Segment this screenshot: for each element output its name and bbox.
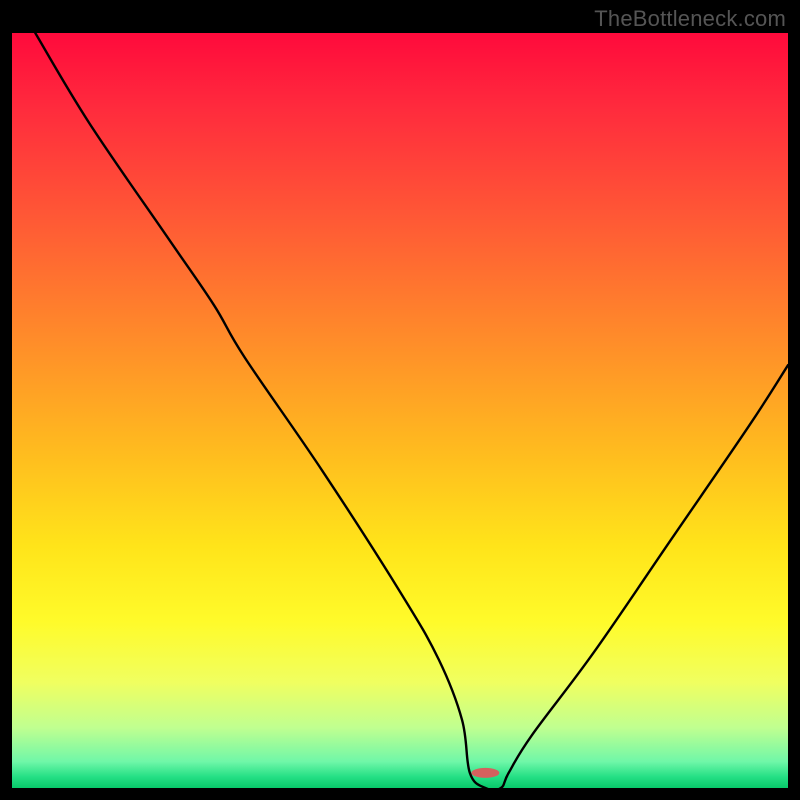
watermark-text: TheBottleneck.com bbox=[594, 6, 786, 32]
bottleneck-chart: TheBottleneck.com bbox=[0, 0, 800, 800]
chart-plot-bg bbox=[12, 33, 788, 788]
notch-marker bbox=[471, 768, 499, 778]
chart-svg bbox=[0, 0, 800, 800]
